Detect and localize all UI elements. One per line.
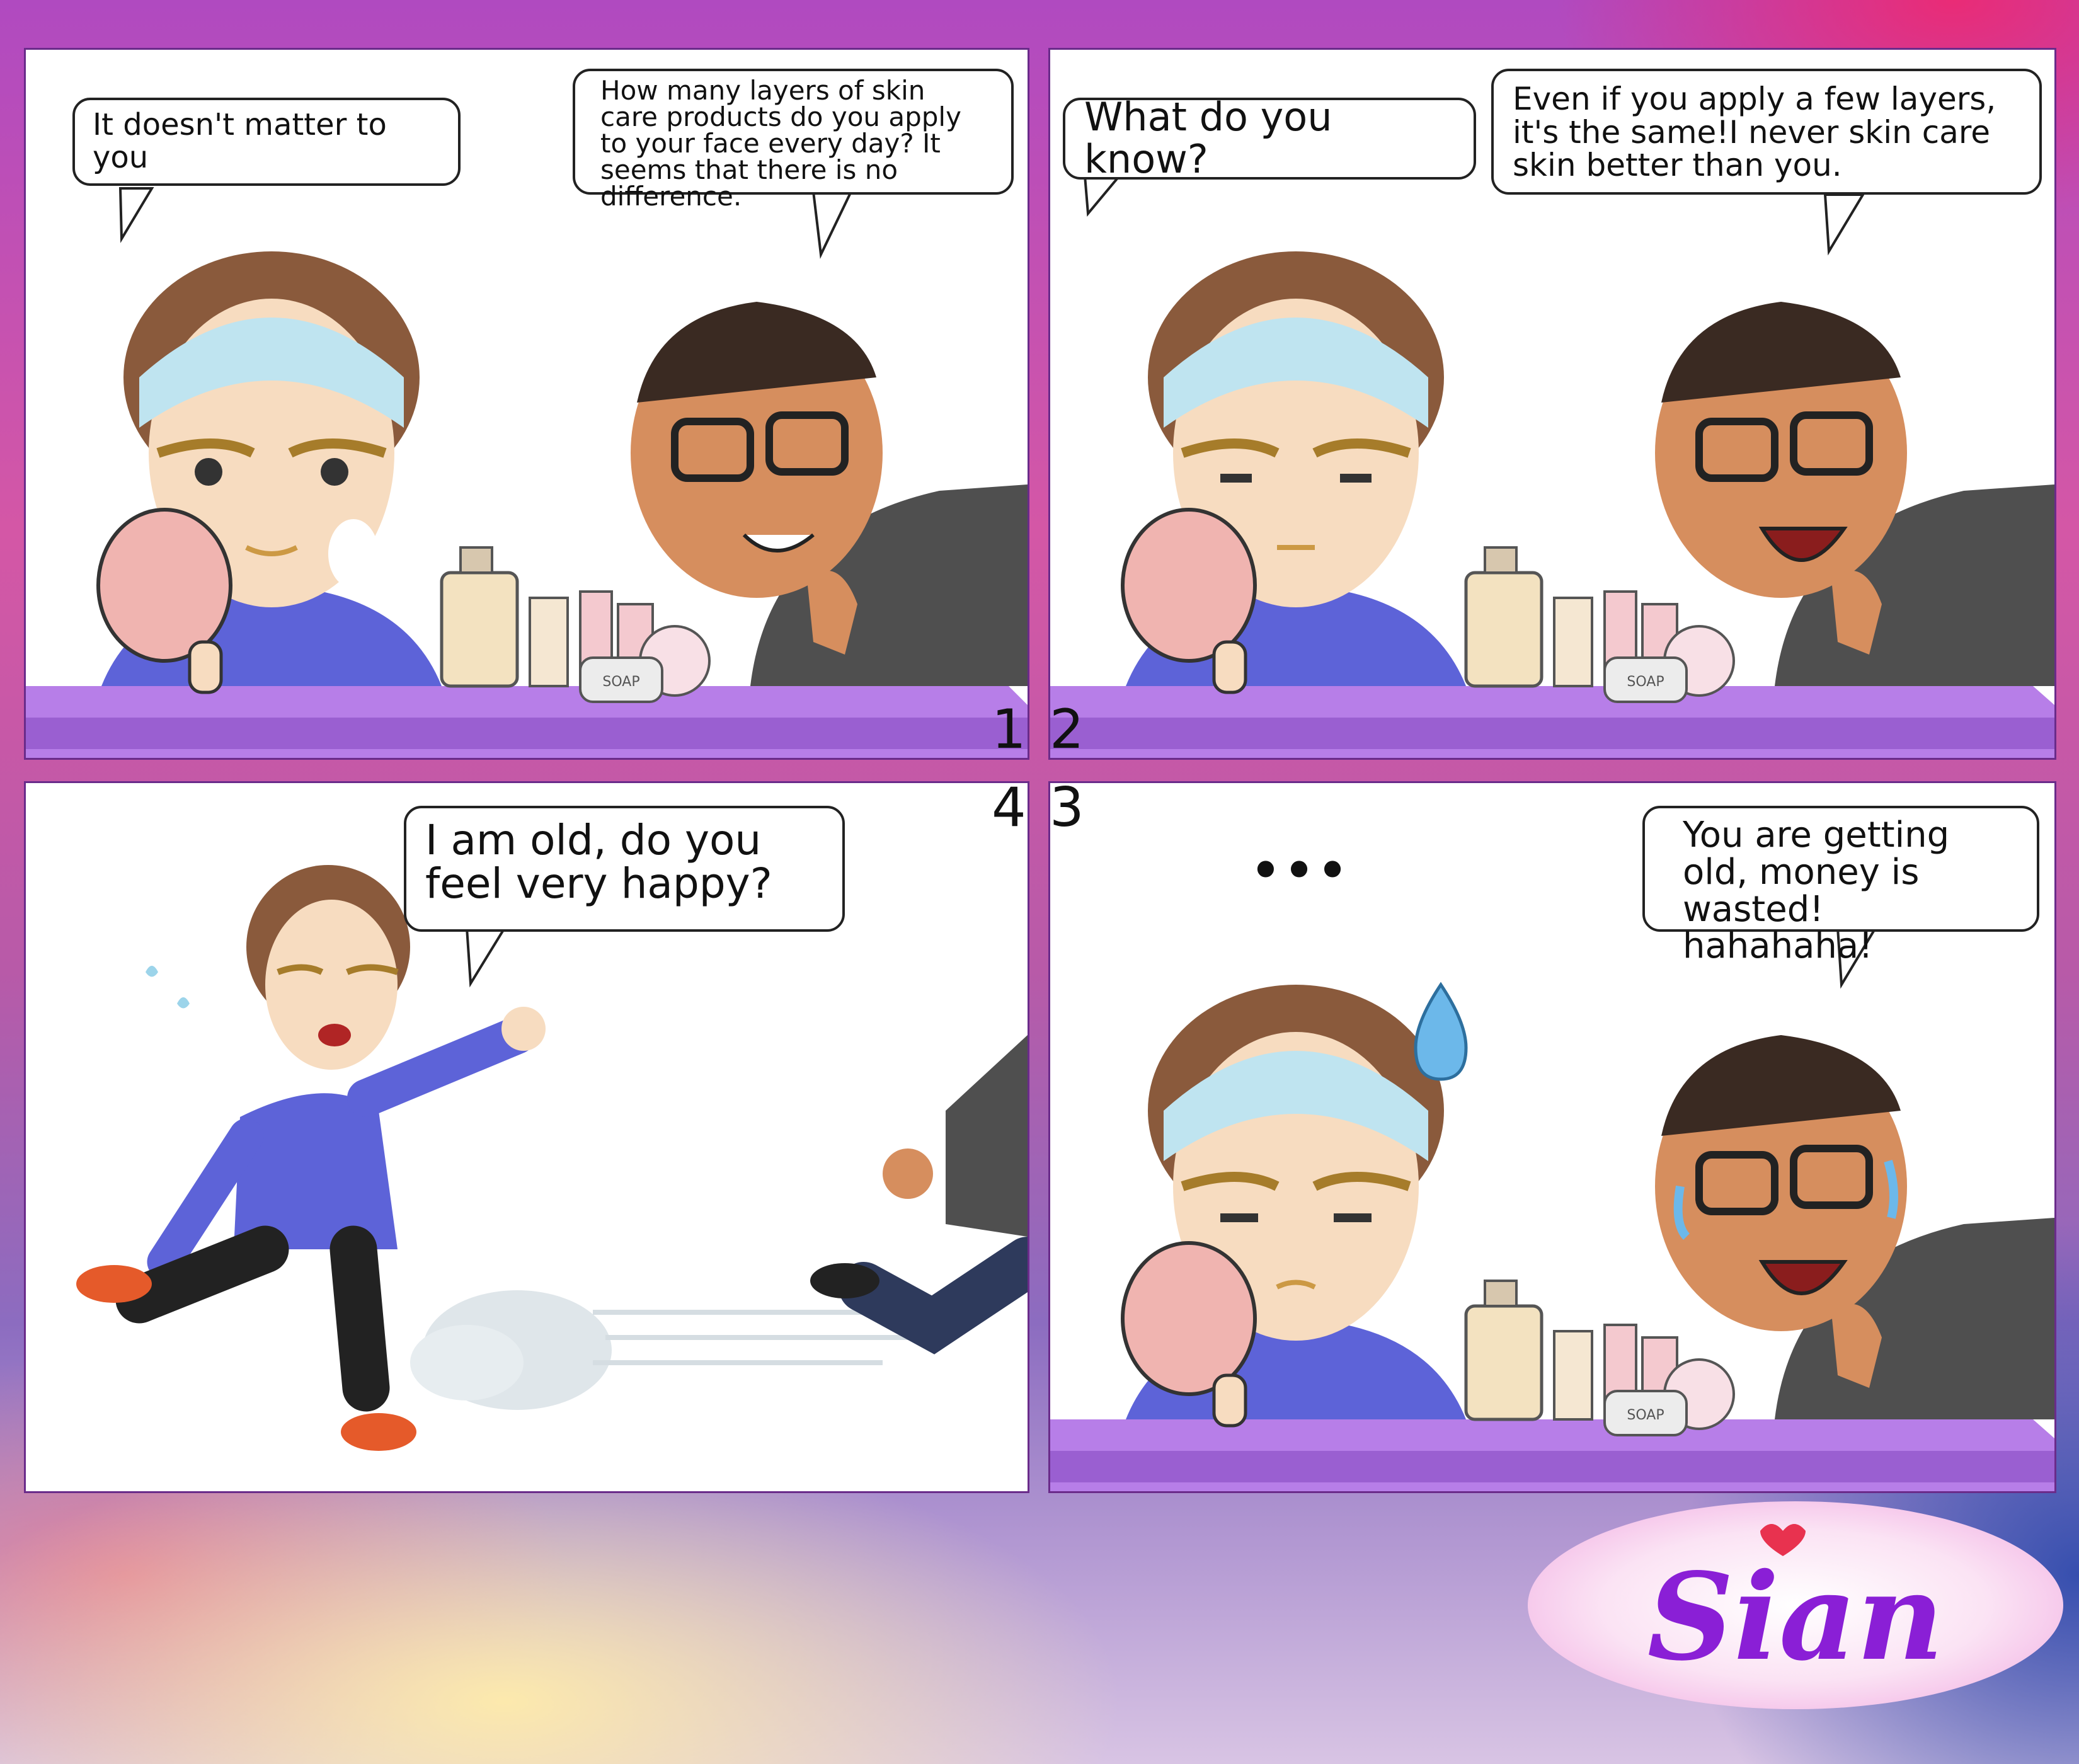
sweat-drop [177, 997, 190, 1009]
sian-logo: Sian [1525, 1498, 2066, 1712]
counter-front [1050, 718, 2054, 749]
dust-cloud [410, 1290, 908, 1410]
panel-number-3: 3 [1050, 776, 1084, 839]
speech-text: How many layers of skin care products do… [600, 75, 961, 212]
panel-number-2: 2 [1050, 698, 1084, 761]
man-character [631, 302, 1028, 686]
speech-text: It doesn't matter to you [93, 107, 387, 175]
sweat-drop-icon [1414, 982, 1468, 1081]
soap-label: SOAP [1627, 674, 1664, 690]
panel-number-4: 4 [992, 776, 1026, 839]
speech-text: What do you know? [1084, 94, 1332, 182]
logo-art: Sian [1528, 1501, 2063, 1709]
speech-bubble-man: You are getting old, money is wasted! ha… [1642, 806, 2039, 965]
speech-text: Even if you apply a few layers, it's the… [1513, 81, 1996, 183]
speech-bubble-woman: It doesn't matter to you [72, 98, 461, 186]
counter-front [26, 718, 1028, 749]
skincare-products [1464, 546, 1735, 703]
bubble-tail [465, 927, 507, 988]
comic-panel-2: SOAP What do you know? Even if you apply… [1048, 48, 2056, 760]
speech-bubble-man: How many layers of skin care products do… [573, 69, 1014, 210]
ellipsis-dots: ••• [1249, 838, 1349, 904]
comic-panel-1: SOAP It doesn't matter to you How many l… [24, 48, 1029, 760]
bubble-tail-right [811, 190, 854, 260]
speech-bubble-woman: What do you know? [1063, 94, 1476, 182]
speech-bubble-man: Even if you apply a few layers, it's the… [1491, 69, 2042, 195]
running-man [810, 1035, 1028, 1354]
logo-text: Sian [1647, 1547, 1944, 1687]
comic-panel-4: I am old, do you feel very happy? [24, 781, 1029, 1493]
soap-label: SOAP [1627, 1407, 1664, 1423]
skincare-products [440, 546, 711, 703]
bubble-tail-right [1823, 193, 1865, 256]
panel-number-1: 1 [992, 698, 1026, 761]
counter-front [1050, 1451, 2054, 1482]
speech-bubble-woman: I am old, do you feel very happy? [404, 806, 845, 932]
bubble-tail-left [118, 187, 154, 243]
soap-label: SOAP [602, 674, 639, 690]
man-character [1655, 302, 2054, 686]
skincare-products [1464, 1280, 1735, 1436]
speech-text: I am old, do you feel very happy? [425, 816, 772, 908]
comic-panel-3: SOAP ••• You are getting old, money is w… [1048, 781, 2056, 1493]
man-character [1655, 1035, 2054, 1419]
sweat-drop [146, 966, 158, 977]
